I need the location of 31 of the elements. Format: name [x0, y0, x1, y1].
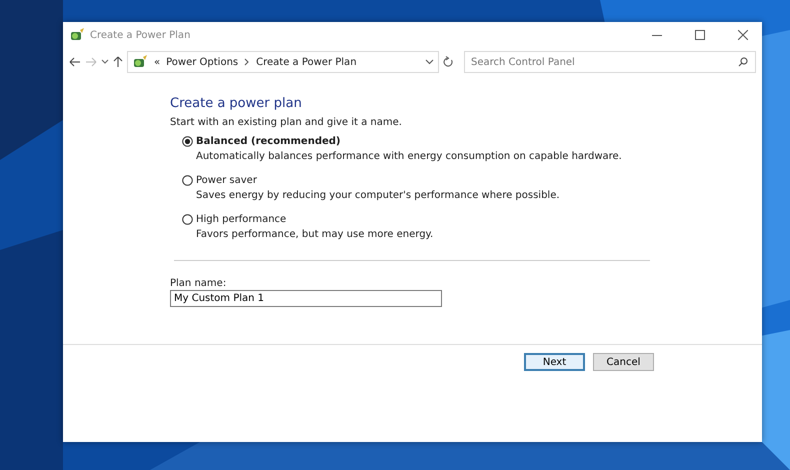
field-label: Plan name:: [170, 278, 226, 289]
search-field[interactable]: Search Control Panel: [464, 51, 756, 73]
close-icon[interactable]: [738, 30, 748, 40]
breadcrumb[interactable]: Power Options: [166, 56, 238, 68]
chevron-right-icon: [244, 58, 250, 66]
plan-name-field[interactable]: My Custom Plan 1: [170, 290, 442, 307]
address-bar[interactable]: « Power Options Create a Power Plan: [127, 51, 439, 73]
refresh-icon[interactable]: [443, 56, 454, 68]
breadcrumb[interactable]: Create a Power Plan: [256, 56, 357, 68]
overflow-chevron[interactable]: «: [154, 56, 160, 68]
search-icon[interactable]: [738, 57, 748, 67]
page-heading: Create a power plan: [170, 96, 303, 111]
chevron-down-icon[interactable]: [101, 59, 109, 65]
plan-description: Favors performance, but may use more energy.: [196, 229, 434, 240]
radio-label[interactable]: High performance: [196, 214, 286, 225]
plan-description: Saves energy by reducing your computer's performance where possible.: [196, 190, 561, 201]
plan-description: Automatically balances performance with energy consumption on capable hardware.: [196, 151, 623, 162]
radio-label[interactable]: Balanced (recommended): [196, 136, 341, 147]
radio-button[interactable]: [182, 214, 193, 225]
maximize-icon[interactable]: [695, 30, 705, 40]
minimize-icon[interactable]: [652, 34, 662, 36]
up-arrow-icon[interactable]: [113, 56, 123, 68]
radio-button[interactable]: [182, 175, 193, 186]
instruction-text: Start with an existing plan and give it a name.: [170, 117, 403, 128]
chevron-down-icon[interactable]: [425, 59, 434, 65]
radio-label[interactable]: Power saver: [196, 175, 257, 186]
window-title: Create a Power Plan: [90, 30, 192, 40]
dialog-button[interactable]: Next: [524, 353, 585, 371]
back-arrow-icon[interactable]: [69, 57, 81, 67]
radio-button[interactable]: [182, 136, 193, 147]
dialog-button[interactable]: Cancel: [593, 353, 654, 371]
